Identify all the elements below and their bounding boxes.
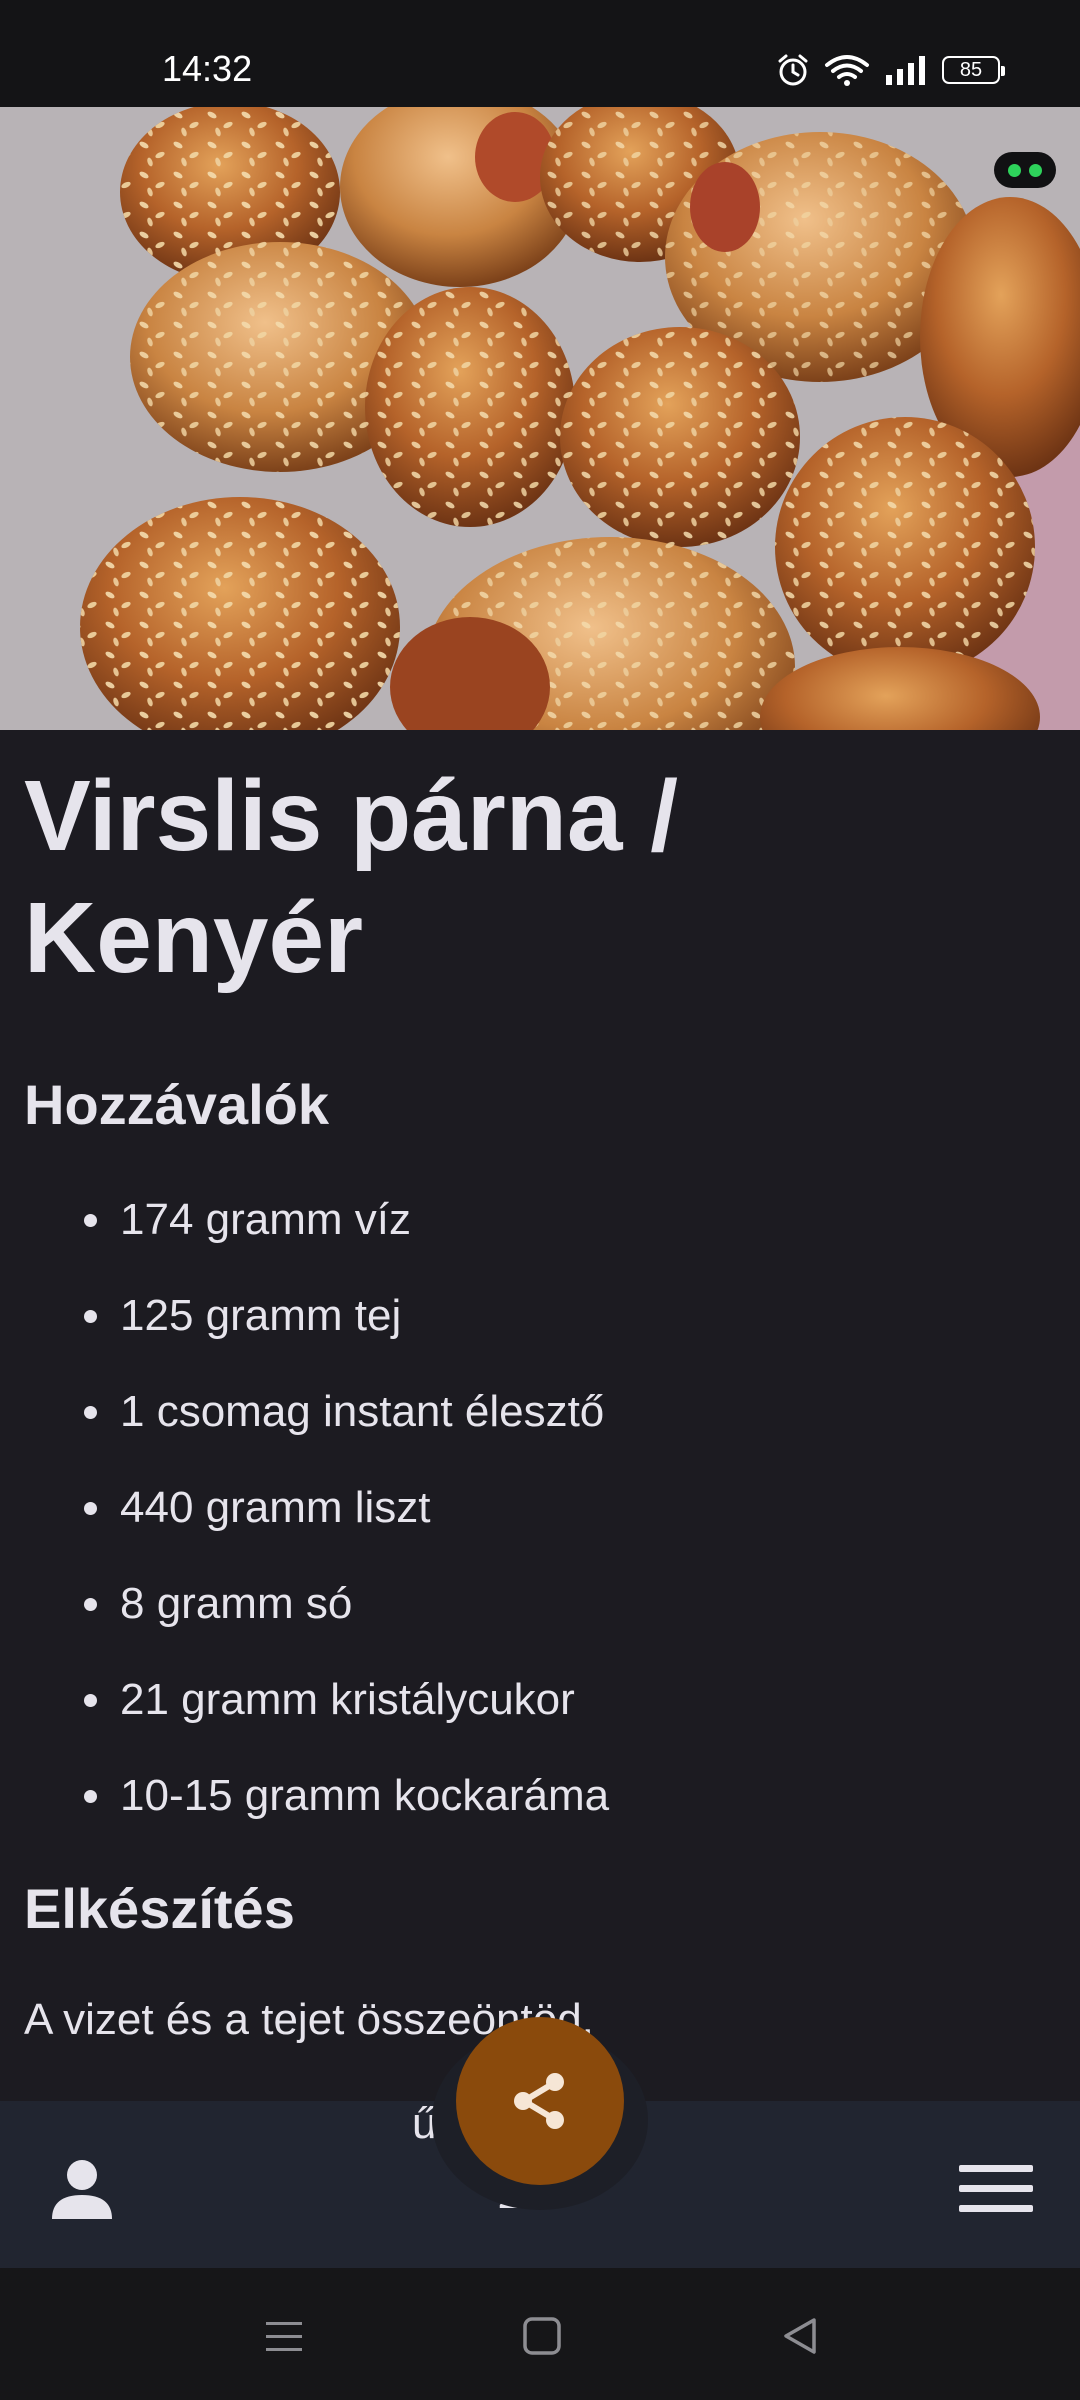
bullet-icon [84, 1598, 97, 1611]
menu-button[interactable] [956, 2153, 1036, 2225]
ingredient-list: 174 gramm víz 125 gramm tej 1 csomag ins… [0, 1192, 609, 1864]
indicator-dot [1008, 163, 1021, 177]
recents-icon [266, 2322, 302, 2351]
recents-button[interactable] [254, 2306, 314, 2366]
bullet-icon [84, 1406, 97, 1419]
ingredient-text: 125 gramm tej [120, 1291, 402, 1340]
ingredient-text: 8 gramm só [120, 1579, 353, 1628]
ingredient-text: 1 csomag instant élesztő [120, 1387, 605, 1436]
profile-button[interactable] [46, 2153, 118, 2225]
ingredient-item: 174 gramm víz [0, 1192, 411, 1288]
share-icon [514, 2073, 564, 2129]
status-time: 14:32 [162, 48, 253, 89]
ingredient-item: 1 csomag instant élesztő [0, 1384, 604, 1480]
system-navigation-bar [0, 2268, 1080, 2400]
bullet-icon [84, 1310, 97, 1323]
indicator-dot [1029, 163, 1042, 177]
signal-icon [884, 55, 928, 85]
bullet-icon [84, 1502, 97, 1515]
share-button[interactable] [456, 2017, 624, 2185]
method-heading: Elkészítés [24, 1877, 295, 1940]
ingredient-item: 21 gramm kristálycukor [0, 1672, 575, 1768]
bullet-icon [84, 1694, 97, 1707]
ingredient-item: 10-15 gramm kockaráma [0, 1768, 609, 1864]
camera-in-use-indicator [994, 152, 1056, 188]
wifi-icon [824, 53, 870, 87]
alarm-icon [776, 53, 810, 87]
recipe-hero-image [0, 107, 1080, 730]
ingredient-text: 21 gramm kristálycukor [120, 1675, 575, 1724]
ingredient-item: 440 gramm liszt [0, 1480, 431, 1576]
bullet-icon [84, 1214, 97, 1227]
ingredient-item: 125 gramm tej [0, 1288, 401, 1384]
ingredient-item: 8 gramm só [0, 1576, 352, 1672]
bullet-icon [84, 1790, 97, 1803]
user-icon [52, 2160, 112, 2219]
back-button[interactable] [770, 2306, 830, 2366]
status-bar: 14:32 85 [0, 0, 1080, 107]
ingredient-text: 440 gramm liszt [120, 1483, 431, 1532]
sausage-rolls-illustration [0, 107, 1080, 730]
battery-icon: 85 [942, 56, 1005, 84]
home-button[interactable] [512, 2306, 572, 2366]
ingredient-text: 10-15 gramm kockaráma [120, 1771, 610, 1820]
status-icons: 85 [776, 52, 1005, 88]
back-icon [784, 2318, 816, 2354]
recipe-title: Virslis párna / Kenyér [24, 760, 679, 994]
menu-icon [959, 2165, 1033, 2212]
ingredient-text: 174 gramm víz [120, 1195, 411, 1244]
home-icon [523, 2317, 561, 2355]
battery-level: 85 [959, 58, 983, 81]
ingredients-heading: Hozzávalók [24, 1073, 329, 1136]
